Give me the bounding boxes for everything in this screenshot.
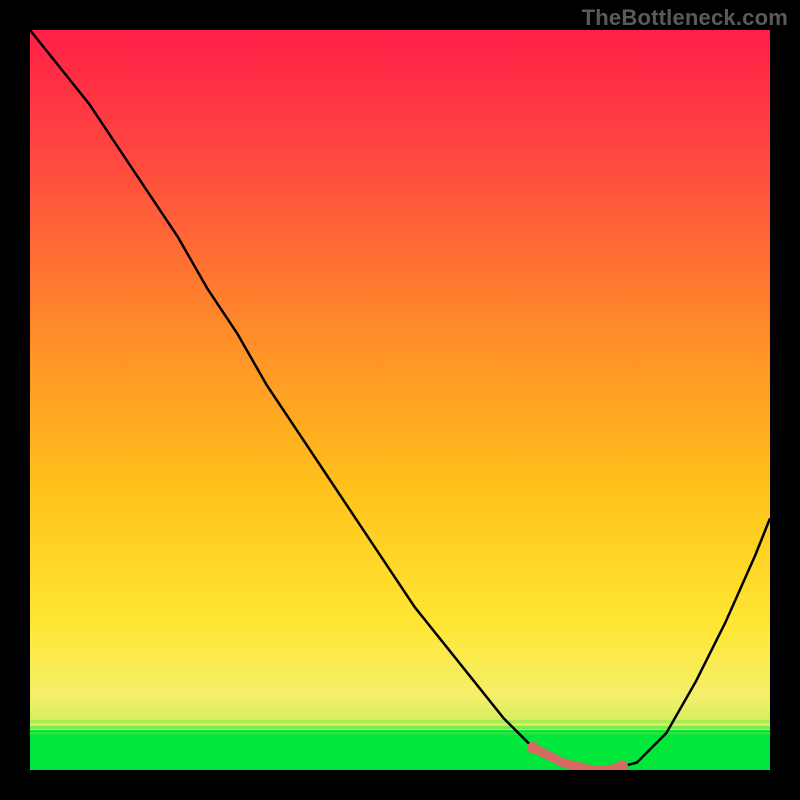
gradient-background: [30, 30, 770, 770]
highlight-dot-left: [527, 742, 539, 754]
watermark-text: TheBottleneck.com: [582, 5, 788, 31]
stripe: [30, 732, 770, 735]
bottleneck-chart: [30, 30, 770, 770]
stripe: [30, 726, 770, 729]
green-base: [30, 730, 770, 770]
stripe: [30, 720, 770, 723]
